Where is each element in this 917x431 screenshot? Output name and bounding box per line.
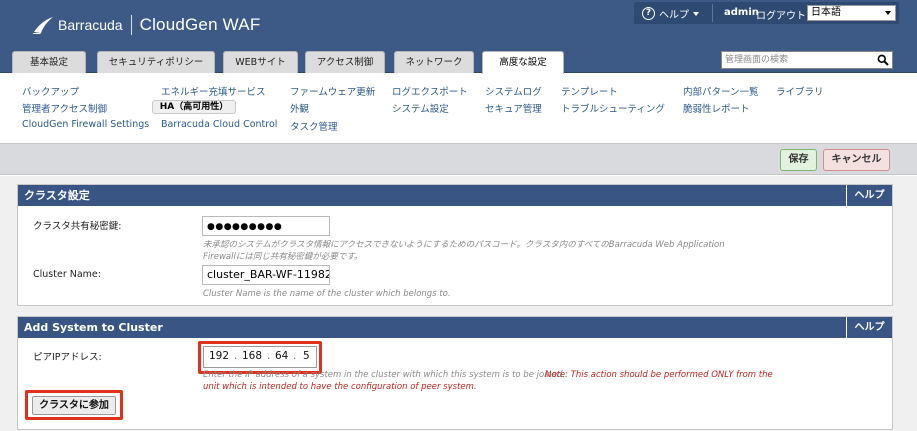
search-placeholder: 管理画面の検索 [725,55,789,65]
cluster-settings-panel: クラスタ設定 ヘルプ クラスタ共有秘密鍵: ●●●●●●●●● 未承認のシステム… [17,184,893,306]
search-icon[interactable] [877,54,889,66]
cancel-button[interactable]: キャンセル [823,149,890,171]
submenu-high-availability[interactable]: HA（高可用性） [152,100,236,114]
cluster-name-input[interactable]: cluster_BAR-WF-119821 [202,265,330,285]
app-header: Barracuda CloudGen WAF ? ヘルプ admin ログアウト… [0,0,917,74]
peer-ip-description: Enter the IP address of a system in the … [203,370,566,380]
submenu-libraries[interactable]: ライブラリ [776,84,824,98]
peer-ip-label: ピアIPアドレス: [33,352,102,363]
ip-dot: . [234,350,238,362]
admin-username: admin [724,7,759,18]
shared-secret-value: ●●●●●●●●● [207,222,283,232]
submenu-export-logs[interactable]: ログエクスポート [392,84,468,98]
shared-secret-label: クラスタ共有秘密鍵: [33,221,122,232]
brand-name: Barracuda [58,17,123,33]
action-bar: 保存 キャンセル [0,143,917,175]
submenu-energize-updates[interactable]: エネルギー充填サービス [161,84,266,98]
help-circle-icon: ? [642,7,655,20]
cluster-settings-help-button[interactable]: ヘルプ [846,185,892,206]
peer-ip-note-1: Note: This action should be performed ON… [545,370,773,380]
tab-network[interactable]: ネットワーク [394,51,474,73]
tab-access-control[interactable]: アクセス制御 [305,51,385,73]
cluster-name-label: Cluster Name: [33,269,101,280]
ip-dot: . [293,350,297,362]
ip-octet-4[interactable]: 5 [303,350,310,362]
shared-secret-input[interactable]: ●●●●●●●●● [202,216,330,236]
submenu-system-log[interactable]: システムログ [485,84,542,98]
peer-ip-note-2: unit which is intended to have the confi… [203,382,477,392]
admin-search-input[interactable]: 管理画面の検索 [721,51,893,69]
cluster-name-description: Cluster Name is the name of the cluster … [203,289,451,299]
submenu-appearance[interactable]: 外観 [290,101,309,115]
submenu-barracuda-cloud-control[interactable]: Barracuda Cloud Control [161,119,277,130]
logout-link[interactable]: ログアウト [756,7,806,22]
tab-advanced[interactable]: 高度な設定 [482,51,564,74]
ip-octet-1[interactable]: 192 [209,350,229,362]
submenu-vulnerability-reports[interactable]: 脆弱性レポート [683,101,750,115]
advanced-submenu: バックアップ 管理者アクセス制御 CloudGen Firewall Setti… [0,74,917,143]
tab-websites[interactable]: WEBサイト [223,51,298,73]
ip-octet-2[interactable]: 168 [242,350,262,362]
panel-title: Add System to Cluster ヘルプ [18,317,892,338]
save-button[interactable]: 保存 [780,149,817,171]
submenu-backup[interactable]: バックアップ [22,84,79,98]
help-menu-label: ヘルプ [659,10,689,21]
submenu-view-internal-patterns[interactable]: 内部パターン一覧 [683,84,759,98]
logo-divider [130,15,132,35]
topbar-divider [712,4,713,22]
shared-secret-description-1: 未承認のシステムがクラスタ情報にアクセスできないようにするためのパスコード。クラ… [203,240,725,250]
submenu-templates[interactable]: テンプレート [561,84,618,98]
submenu-task-manager[interactable]: タスク管理 [290,119,338,133]
tab-security-policy[interactable]: セキュリティポリシー [97,51,215,73]
add-system-title: Add System to Cluster [24,321,163,334]
submenu-cloudgen-firewall-settings[interactable]: CloudGen Firewall Settings [22,119,149,130]
barracuda-logo-icon [33,17,53,34]
add-system-help-button[interactable]: ヘルプ [846,317,892,338]
barracuda-logo: Barracuda CloudGen WAF [32,14,260,36]
submenu-admin-access-control[interactable]: 管理者アクセス制御 [22,101,107,115]
cluster-name-value: cluster_BAR-WF-119821 [207,268,330,281]
chevron-down-icon [693,11,699,16]
product-name: CloudGen WAF [139,15,261,34]
shared-secret-description-2: Firewallには同じ共有秘密鍵が必要です。 [203,252,363,262]
top-utility-bar: ? ヘルプ admin ログアウト 日本語 [634,2,899,24]
panel-title: クラスタ設定 ヘルプ [18,185,892,206]
add-system-panel: Add System to Cluster ヘルプ ピアIPアドレス: 192 … [17,316,893,430]
join-cluster-button[interactable]: クラスタに参加 [32,396,116,415]
help-menu[interactable]: ? ヘルプ [642,6,699,21]
peer-ip-input[interactable]: 192 . 168 . 64 . 5 [203,346,317,368]
ip-octet-3[interactable]: 64 [275,350,288,362]
submenu-system-configuration[interactable]: システム設定 [392,101,449,115]
language-value: 日本語 [811,7,841,18]
tab-basic-settings[interactable]: 基本設定 [12,51,86,73]
chevron-down-icon [885,11,891,15]
cluster-settings-title: クラスタ設定 [24,189,90,202]
submenu-firmware-update[interactable]: ファームウェア更新 [290,84,375,98]
content-area: クラスタ設定 ヘルプ クラスタ共有秘密鍵: ●●●●●●●●● 未承認のシステム… [0,176,917,431]
submenu-troubleshooting[interactable]: トラブルシューティング [561,101,665,115]
language-select[interactable]: 日本語 [807,5,896,21]
ip-dot: . [267,350,271,362]
submenu-secure-administration[interactable]: セキュア管理 [485,101,542,115]
